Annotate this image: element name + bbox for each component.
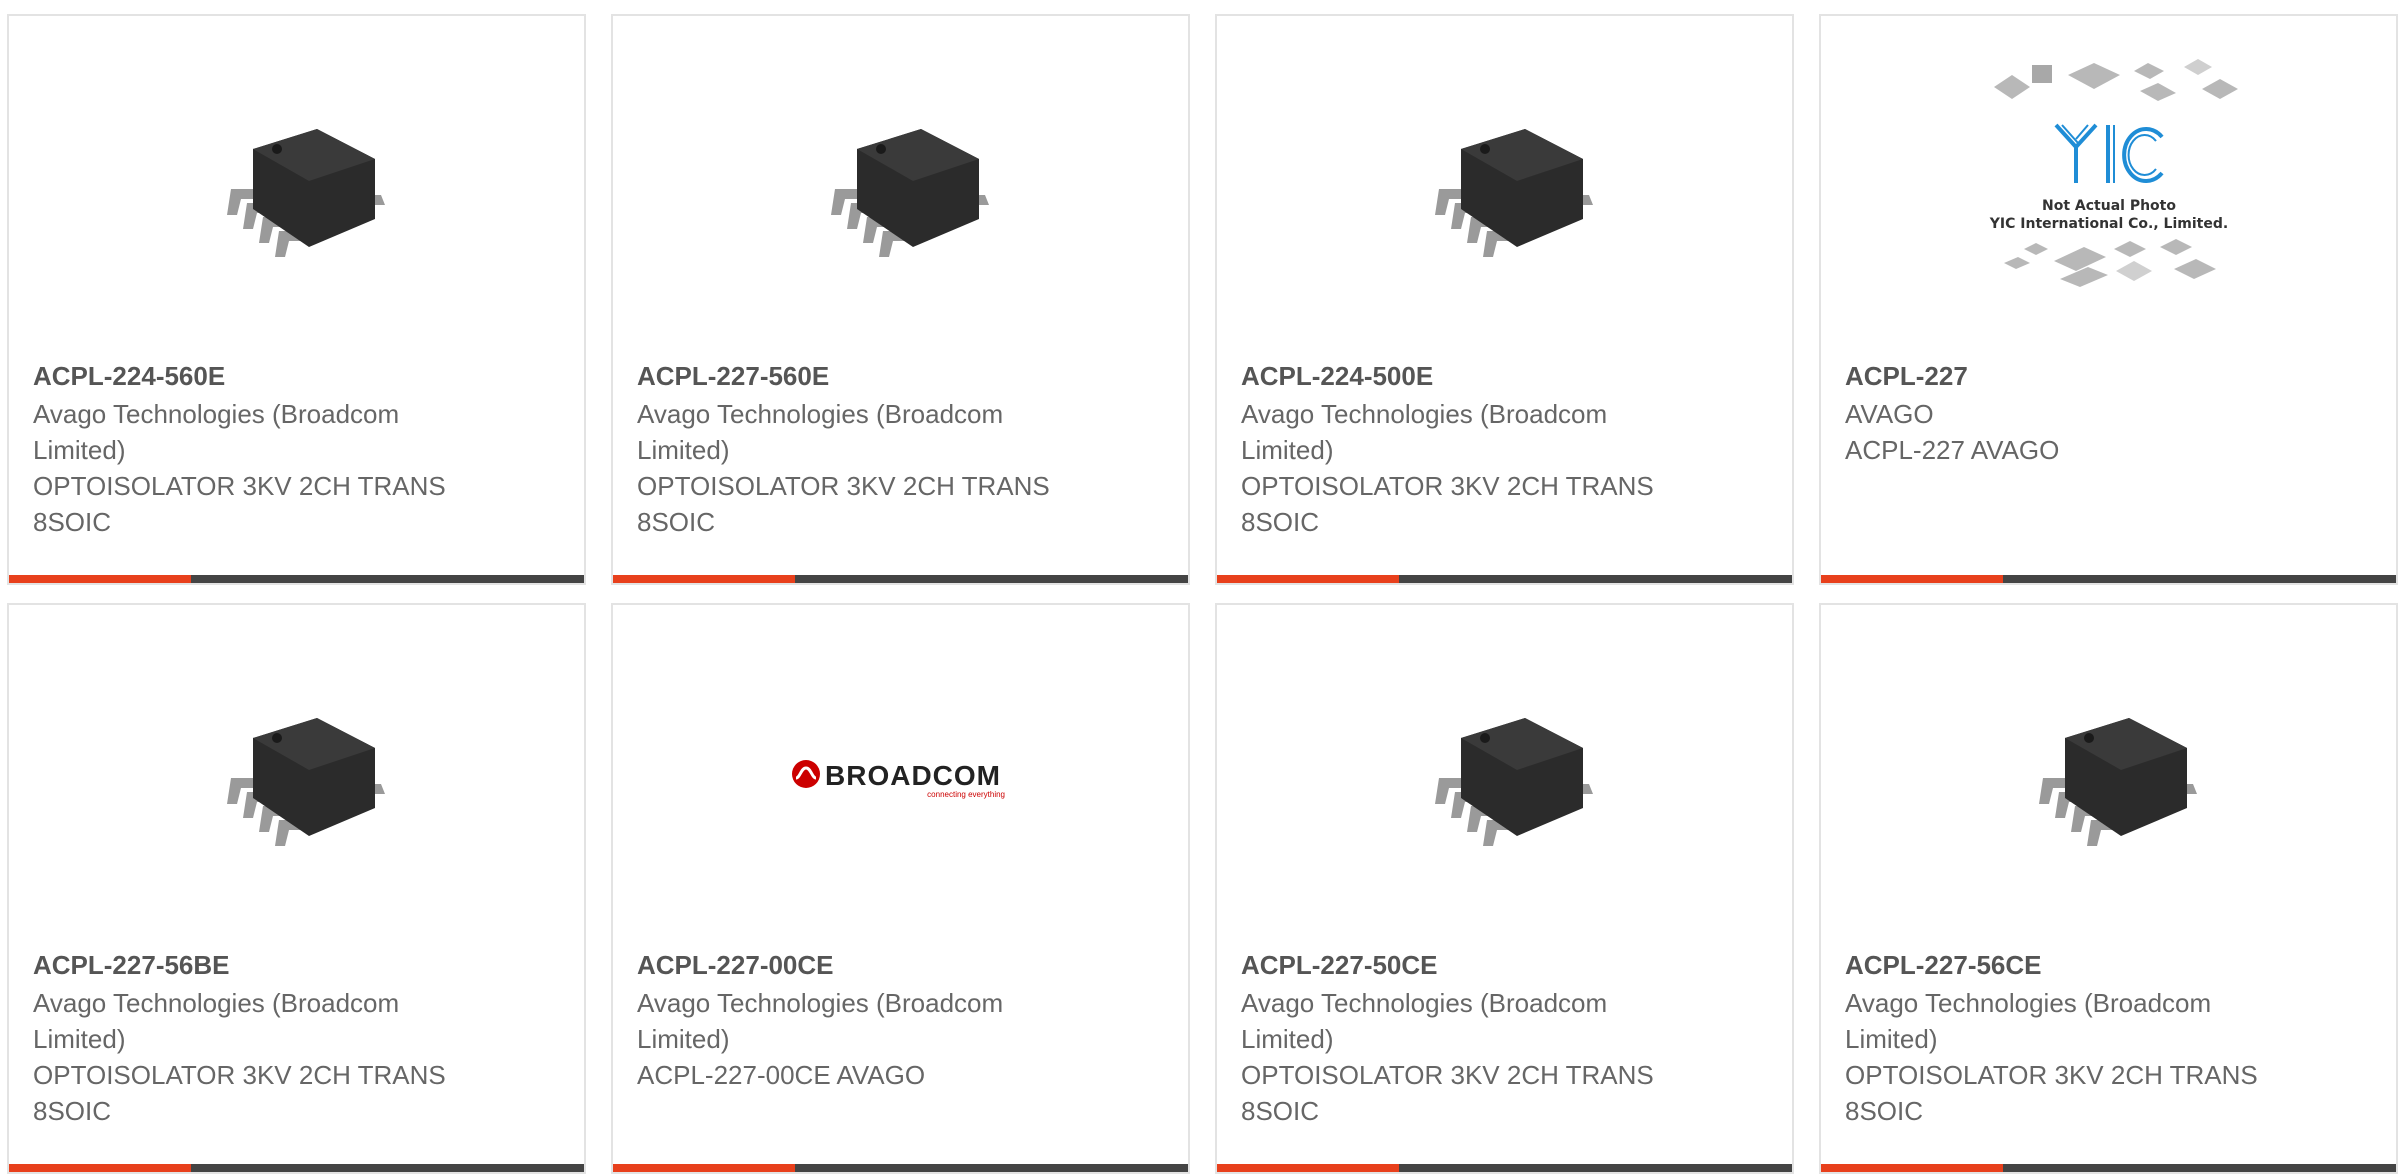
- card-bottom-bar: [9, 1164, 584, 1172]
- description: ACPL-227 AVAGO: [1845, 435, 2060, 465]
- card-bottom-bar: [1217, 575, 1792, 583]
- product-card[interactable]: ACPL-227-560E Avago Technologies (Broadc…: [611, 14, 1190, 585]
- card-accent-bar: [613, 1164, 795, 1172]
- chip-icon: [226, 718, 385, 846]
- product-grid: ACPL-224-560E Avago Technologies (Broadc…: [7, 14, 2398, 1174]
- description: OPTOISOLATOR 3KV 2CH TRANS 8SOIC: [1241, 1060, 1654, 1126]
- card-accent-bar: [1821, 575, 2003, 583]
- description: OPTOISOLATOR 3KV 2CH TRANS 8SOIC: [637, 471, 1050, 537]
- manufacturer: AVAGO: [1845, 399, 1934, 429]
- card-bottom-bar: [1821, 1164, 2396, 1172]
- card-bottom-bar: [9, 575, 584, 583]
- part-number[interactable]: ACPL-227-50CE: [1241, 947, 1682, 983]
- card-bottom-bar: [1821, 575, 2396, 583]
- broadcom-logo: BROADCOM connecting everything: [791, 760, 1005, 799]
- manufacturer: Avago Technologies (Broadcom Limited): [637, 988, 1004, 1054]
- description: OPTOISOLATOR 3KV 2CH TRANS 8SOIC: [33, 1060, 446, 1126]
- product-info: ACPL-224-500E Avago Technologies (Broadc…: [1241, 358, 1682, 540]
- product-image[interactable]: Not Actual Photo YIC International Co., …: [1821, 59, 2396, 290]
- card-accent-bar: [1217, 575, 1399, 583]
- description: OPTOISOLATOR 3KV 2CH TRANS 8SOIC: [1845, 1060, 2258, 1126]
- chip-icon: [226, 129, 385, 257]
- yic-company-label: YIC International Co., Limited.: [1988, 216, 2227, 232]
- card-accent-bar: [613, 575, 795, 583]
- description: OPTOISOLATOR 3KV 2CH TRANS 8SOIC: [33, 471, 446, 537]
- product-info: ACPL-227-56BE Avago Technologies (Broadc…: [33, 947, 474, 1129]
- part-number[interactable]: ACPL-224-500E: [1241, 358, 1682, 394]
- product-image[interactable]: [1217, 74, 1792, 304]
- card-bottom-bar: [613, 1164, 1188, 1172]
- card-accent-bar: [9, 575, 191, 583]
- product-image[interactable]: [9, 663, 584, 893]
- card-bottom-bar: [1217, 1164, 1792, 1172]
- chip-icon: [830, 129, 989, 257]
- manufacturer: Avago Technologies (Broadcom Limited): [1845, 988, 2212, 1054]
- part-number[interactable]: ACPL-224-560E: [33, 358, 474, 394]
- product-info: ACPL-227-560E Avago Technologies (Broadc…: [637, 358, 1078, 540]
- card-accent-bar: [9, 1164, 191, 1172]
- card-bottom-bar: [613, 575, 1188, 583]
- part-number[interactable]: ACPL-227-00CE: [637, 947, 1078, 983]
- card-accent-bar: [1821, 1164, 2003, 1172]
- manufacturer: Avago Technologies (Broadcom Limited): [33, 988, 400, 1054]
- product-image[interactable]: [1217, 663, 1792, 893]
- product-info: ACPL-227-56CE Avago Technologies (Broadc…: [1845, 947, 2286, 1129]
- part-number[interactable]: ACPL-227-560E: [637, 358, 1078, 394]
- product-card[interactable]: ACPL-227-50CE Avago Technologies (Broadc…: [1215, 603, 1794, 1174]
- product-info: ACPL-227-50CE Avago Technologies (Broadc…: [1241, 947, 1682, 1129]
- chip-icon: [1434, 718, 1593, 846]
- card-accent-bar: [1217, 1164, 1399, 1172]
- part-number[interactable]: ACPL-227-56BE: [33, 947, 474, 983]
- product-info: ACPL-224-560E Avago Technologies (Broadc…: [33, 358, 474, 540]
- product-image[interactable]: [9, 74, 584, 304]
- chip-icon: [1434, 129, 1593, 257]
- product-info: ACPL-227 AVAGO ACPL-227 AVAGO: [1845, 358, 2286, 468]
- product-card[interactable]: ACPL-227-56CE Avago Technologies (Broadc…: [1819, 603, 2398, 1174]
- part-number[interactable]: ACPL-227-56CE: [1845, 947, 2286, 983]
- broadcom-tagline: connecting everything: [927, 790, 1005, 799]
- product-card[interactable]: ACPL-224-560E Avago Technologies (Broadc…: [7, 14, 586, 585]
- not-actual-photo-icon: Not Actual Photo YIC International Co., …: [1988, 59, 2238, 287]
- product-card[interactable]: ACPL-227-56BE Avago Technologies (Broadc…: [7, 603, 586, 1174]
- product-image[interactable]: BROADCOM connecting everything: [613, 663, 1188, 893]
- product-image[interactable]: [1821, 663, 2396, 893]
- product-card[interactable]: Not Actual Photo YIC International Co., …: [1819, 14, 2398, 585]
- manufacturer: Avago Technologies (Broadcom Limited): [1241, 988, 1608, 1054]
- manufacturer: Avago Technologies (Broadcom Limited): [33, 399, 400, 465]
- description: ACPL-227-00CE AVAGO: [637, 1060, 926, 1090]
- broadcom-wordmark: BROADCOM: [825, 760, 1001, 791]
- part-number[interactable]: ACPL-227: [1845, 358, 2286, 394]
- product-card[interactable]: ACPL-224-500E Avago Technologies (Broadc…: [1215, 14, 1794, 585]
- not-actual-photo-label: Not Actual Photo: [2042, 198, 2176, 214]
- product-card[interactable]: BROADCOM connecting everything ACPL-227-…: [611, 603, 1190, 1174]
- description: OPTOISOLATOR 3KV 2CH TRANS 8SOIC: [1241, 471, 1654, 537]
- product-image[interactable]: [613, 74, 1188, 304]
- product-info: ACPL-227-00CE Avago Technologies (Broadc…: [637, 947, 1078, 1093]
- chip-icon: [2038, 718, 2197, 846]
- manufacturer: Avago Technologies (Broadcom Limited): [1241, 399, 1608, 465]
- manufacturer: Avago Technologies (Broadcom Limited): [637, 399, 1004, 465]
